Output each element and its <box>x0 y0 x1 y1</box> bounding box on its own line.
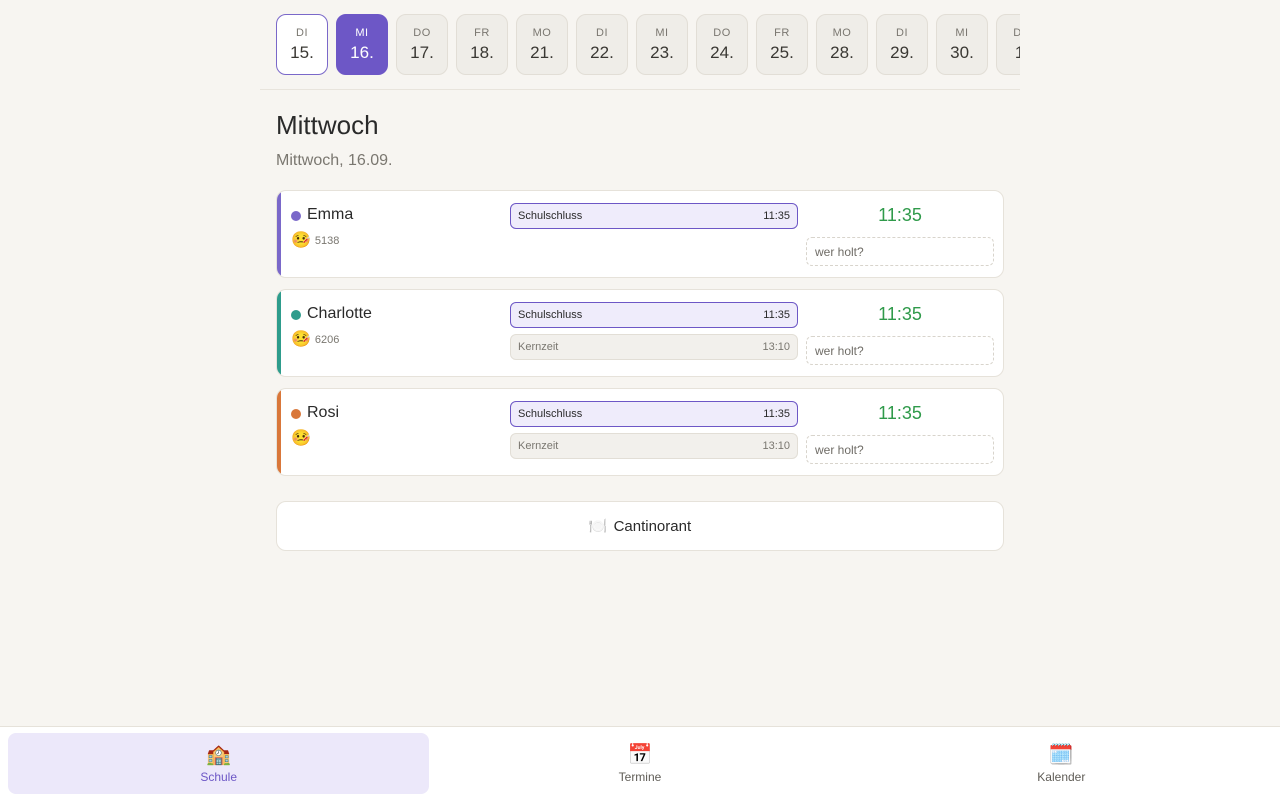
child-color-accent <box>277 389 281 475</box>
day-weekday: MI <box>955 26 969 39</box>
day-number: 30. <box>950 42 974 62</box>
child-color-accent <box>277 290 281 376</box>
day-button[interactable]: DI 15. <box>276 14 328 75</box>
child-status: 🤒 <box>291 430 315 448</box>
nav-label: Kalender <box>1037 770 1086 784</box>
day-weekday: DO <box>713 26 731 39</box>
day-selector-track[interactable]: DI 15. MI 16. DO 17. FR 18. MO 21. DI 22. MI 23. DO 24.… <box>276 14 1020 75</box>
day-button[interactable]: FR 18. <box>456 14 508 75</box>
core-time-slot[interactable]: Kernzeit 13:10 <box>510 433 798 459</box>
child-color-dot <box>291 211 301 221</box>
spiral-calendar-icon: 🗓️ <box>1048 744 1074 766</box>
day-weekday: DI <box>296 26 308 39</box>
school-end-slot[interactable]: Schulschluss 11:35 <box>510 302 798 328</box>
day-button[interactable]: MO 28. <box>816 14 868 75</box>
child-status: 🤒 6206 <box>291 331 339 349</box>
day-number: 18. <box>470 42 494 62</box>
calendar-date-icon: 📅 <box>627 744 653 766</box>
child-code: 6206 <box>314 334 340 346</box>
child-status: 🤒 5138 <box>291 232 339 250</box>
day-weekday: MI <box>655 26 669 39</box>
day-button[interactable]: DO 1. <box>996 14 1020 75</box>
slot-time: 11:35 <box>763 309 790 321</box>
nav-label: Termine <box>618 770 662 784</box>
day-number: 17. <box>410 42 434 62</box>
day-number: 21. <box>530 42 554 62</box>
nav-label: Schule <box>200 770 238 784</box>
day-weekday: MI <box>355 26 369 39</box>
core-time-slot[interactable]: Kernzeit 13:10 <box>510 334 798 360</box>
school-end-slot[interactable]: Schulschluss 11:35 <box>510 203 798 229</box>
day-button[interactable]: DI 22. <box>576 14 628 75</box>
who-picks-up-input[interactable] <box>806 336 994 365</box>
child-name: Charlotte <box>307 305 372 322</box>
day-number: 15. <box>290 42 314 62</box>
who-picks-up-input[interactable] <box>806 237 994 266</box>
child-card: Charlotte 🤒 6206 Schulschluss 11:35 Kernzeit 1… <box>276 289 1004 377</box>
pickup-time: 11:35 <box>878 304 922 324</box>
bottom-navigation: 🏫 Schule 📅 Termine 🗓️ Kalender <box>0 726 1280 800</box>
day-button[interactable]: MI 16. <box>336 14 388 75</box>
day-weekday: DI <box>896 26 908 39</box>
children-list: Emma🤒5138Schulschluss11:3511:35Charlotte… <box>276 190 1004 476</box>
day-number: 25. <box>770 42 794 62</box>
sick-face-icon: 🤒 <box>291 430 311 447</box>
slot-time: 13:10 <box>762 440 790 452</box>
day-selector: DI 15. MI 16. DO 17. FR 18. MO 21. DI 22. MI 23. DO 24.… <box>260 0 1020 90</box>
main-content: Mittwoch Mittwoch, 16.09. Emma 🤒 5138 Schul… <box>276 110 1004 551</box>
day-number: 28. <box>830 42 854 62</box>
day-button[interactable]: DO 24. <box>696 14 748 75</box>
pickup-time: 11:35 <box>878 403 922 423</box>
day-weekday: DO <box>1013 27 1020 39</box>
day-number: 24. <box>710 42 734 62</box>
day-button[interactable]: DO 17. <box>396 14 448 75</box>
slot-time: 11:35 <box>763 408 790 420</box>
slot-time: 11:35 <box>763 210 790 222</box>
plate-cutlery-icon: 🍽️ <box>588 518 608 535</box>
day-button[interactable]: MO 21. <box>516 14 568 75</box>
slot-label: Kernzeit <box>518 440 559 452</box>
child-name: Rosi <box>307 404 340 421</box>
day-number: 22. <box>590 42 614 62</box>
child-card: Emma 🤒 5138 Schulschluss 11:35 11:35 <box>276 190 1004 278</box>
day-weekday: MO <box>832 26 852 39</box>
slot-time: 13:10 <box>762 341 790 353</box>
day-weekday: FR <box>474 26 490 39</box>
day-number: 16. <box>350 42 374 62</box>
pickup-time: 11:35 <box>878 205 922 225</box>
nav-item-calendar[interactable]: 🗓️ Kalender <box>851 733 1272 794</box>
day-weekday: DI <box>596 26 608 39</box>
child-color-dot <box>291 409 301 419</box>
sick-face-icon: 🤒 <box>291 232 311 249</box>
day-number: 23. <box>650 42 674 62</box>
day-button[interactable]: MI 23. <box>636 14 688 75</box>
slot-label: Schulschluss <box>518 408 583 420</box>
slot-label: Kernzeit <box>518 341 559 353</box>
day-weekday: MO <box>532 26 552 39</box>
page-title: Mittwoch <box>276 110 379 140</box>
slot-label: Schulschluss <box>518 210 583 222</box>
day-weekday: FR <box>774 26 790 39</box>
day-number: 29. <box>890 42 914 62</box>
child-name: Emma <box>307 206 354 223</box>
sick-face-icon: 🤒 <box>291 331 311 348</box>
page-subtitle: Mittwoch, 16.09. <box>276 152 393 169</box>
slot-label: Schulschluss <box>518 309 583 321</box>
cantine-label: Cantinorant <box>613 517 692 535</box>
child-card: Rosi 🤒 Schulschluss 11:35 Kernzeit 13:10 11:35 <box>276 388 1004 476</box>
school-end-slot[interactable]: Schulschluss 11:35 <box>510 401 798 427</box>
child-color-dot <box>291 310 301 320</box>
day-button[interactable]: MI 30. <box>936 14 988 75</box>
nav-item-appointments[interactable]: 📅 Termine <box>429 733 850 794</box>
day-weekday: DO <box>413 26 431 39</box>
child-color-accent <box>277 191 281 277</box>
day-number: 1. <box>1015 43 1020 63</box>
cantine-button[interactable]: 🍽️ Cantinorant <box>276 501 1004 551</box>
child-code: 5138 <box>314 235 340 247</box>
who-picks-up-input[interactable] <box>806 435 994 464</box>
nav-item-school[interactable]: 🏫 Schule <box>8 733 430 794</box>
day-button[interactable]: DI 29. <box>876 14 928 75</box>
school-icon: 🏫 <box>206 744 232 766</box>
day-button[interactable]: FR 25. <box>756 14 808 75</box>
